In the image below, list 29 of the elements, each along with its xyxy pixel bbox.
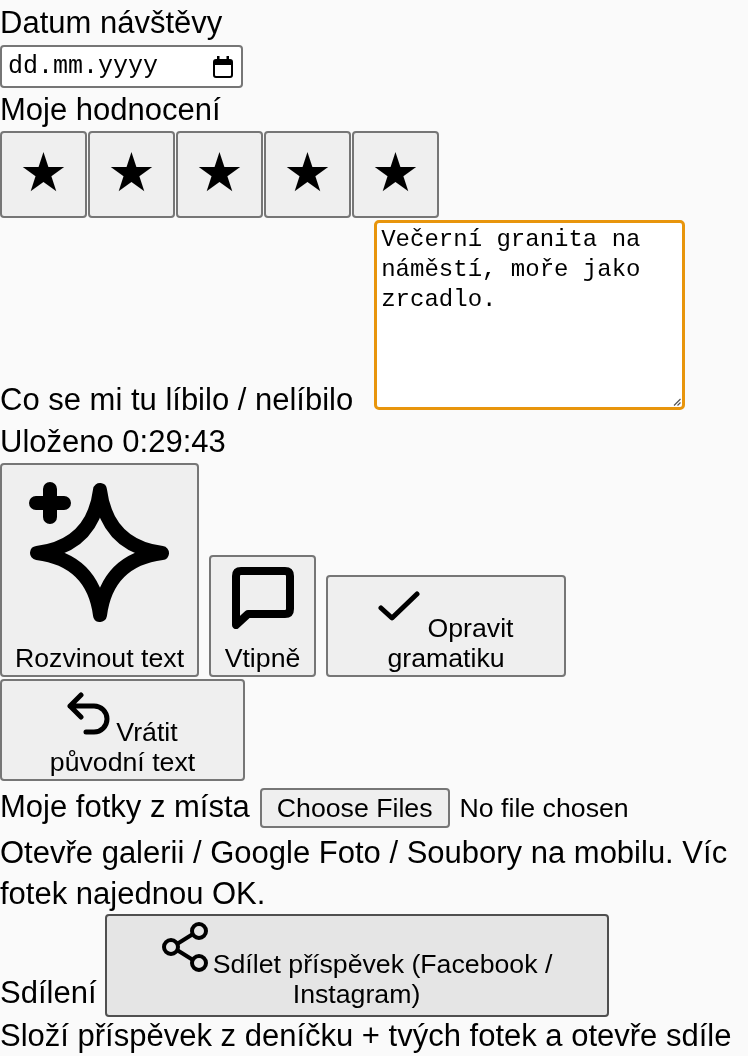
star-button[interactable]: ★ — [352, 131, 439, 218]
sparkle-icon — [29, 482, 170, 622]
undo-icon — [67, 692, 112, 735]
sharing-label: Sdílení — [0, 975, 97, 1010]
notes-label: Co se mi tu líbilo / nelíbilo — [0, 382, 354, 417]
funny-button[interactable]: Vtipně — [209, 555, 316, 677]
rating-label: Moje hodnocení — [0, 91, 221, 129]
fix-grammar-button[interactable]: Opravit gramatiku — [326, 575, 566, 677]
resize-grip-icon[interactable] — [673, 398, 682, 406]
photos-label: Moje fotky z místa — [0, 789, 250, 824]
photos-hint: Otevře galerii / Google Foto / Soubory na mobilu. Víc fotek najednou OK. — [0, 834, 729, 913]
date-label: Datum návštěvy — [0, 4, 223, 42]
speech-bubble-icon — [231, 567, 294, 629]
date-field[interactable]: dd.mm.yyyy — [0, 45, 243, 88]
expand-text-button[interactable]: Rozvinout text — [0, 463, 199, 677]
notes-textarea[interactable]: Večerní granita na náměstí, moře jako zrcadlo. — [374, 220, 686, 410]
star-button[interactable]: ★ — [264, 131, 351, 218]
star-button[interactable]: ★ — [176, 131, 263, 218]
star-button[interactable]: ★ — [88, 131, 175, 218]
share-icon — [160, 921, 209, 973]
save-status: Uloženo 0:29:43 — [0, 423, 226, 461]
choose-files-button[interactable]: Choose Files — [259, 788, 450, 828]
checkmark-icon — [378, 591, 421, 622]
revert-text-button[interactable]: Vrátit původní text — [0, 679, 245, 781]
calendar-icon[interactable] — [213, 55, 233, 78]
file-status: No file chosen — [459, 793, 629, 823]
sharing-hint: Složí příspěvek z deníčku + tvých fotek a otevře sdíle — [0, 1017, 732, 1055]
star-button[interactable]: ★ — [0, 131, 87, 218]
share-post-button[interactable]: Sdílet příspěvek (Facebook / Instagram) — [104, 914, 609, 1017]
